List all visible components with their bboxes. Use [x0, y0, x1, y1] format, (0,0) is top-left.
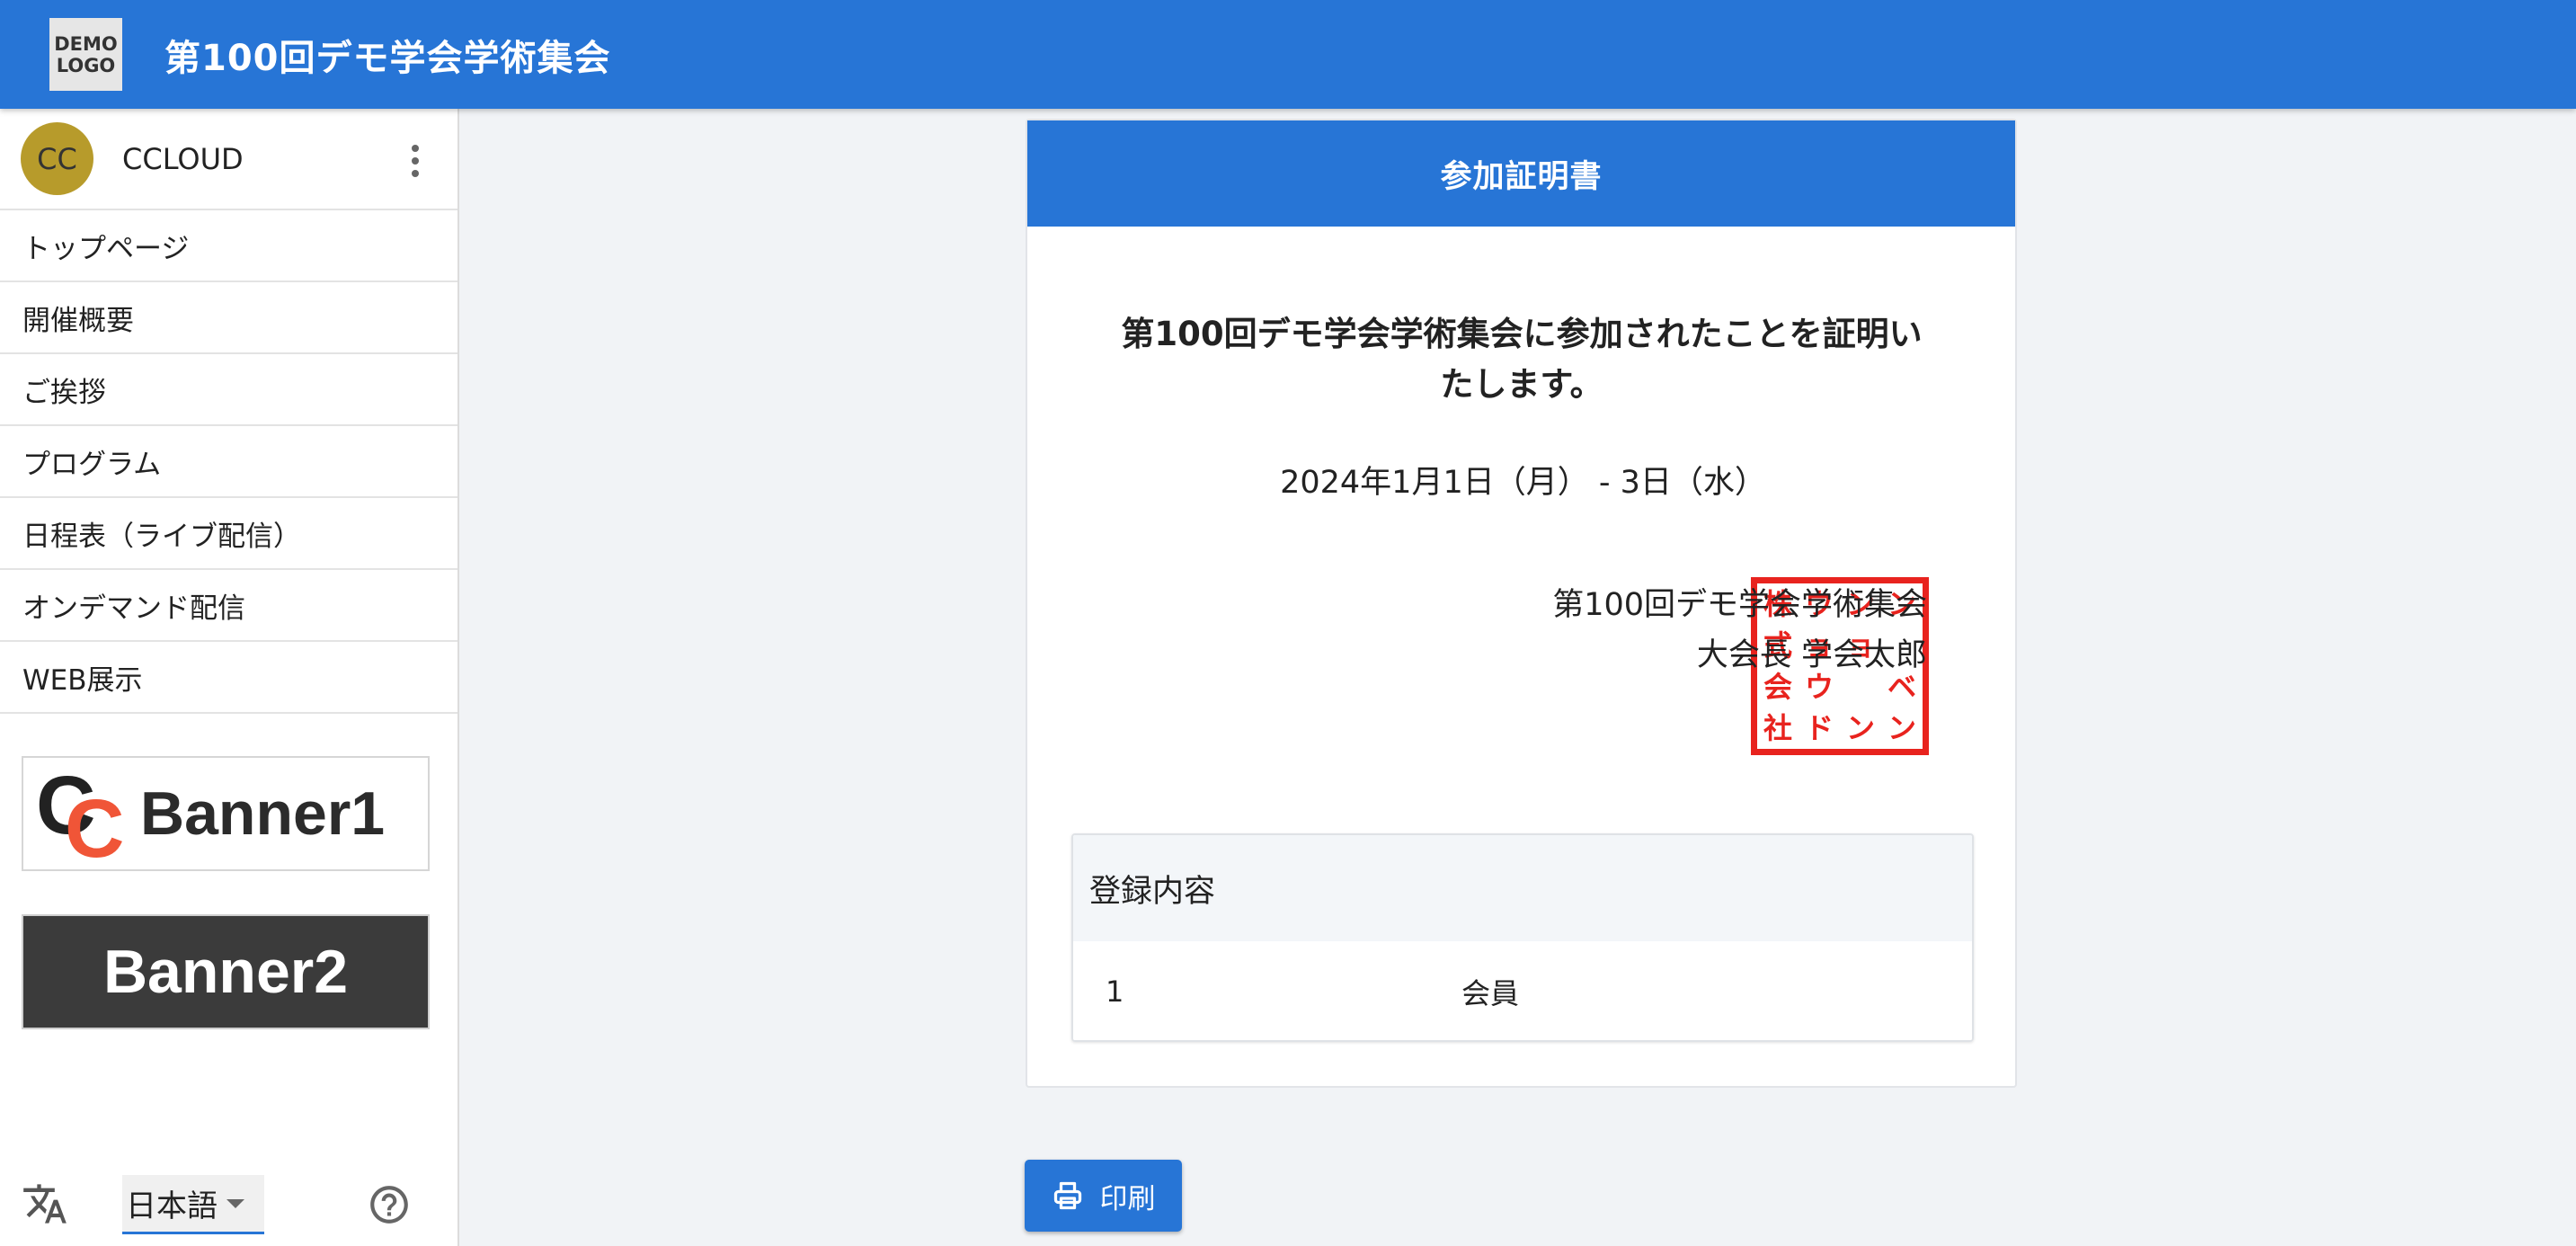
sidebar-item-top[interactable]: トップページ: [0, 210, 457, 282]
help-icon[interactable]: [367, 1182, 412, 1227]
banner-1-text: Banner1: [140, 779, 386, 848]
registration-heading: 登録内容: [1073, 835, 1972, 941]
logo-line-2: LOGO: [56, 54, 116, 76]
banner-1[interactable]: C C Banner1: [22, 756, 430, 871]
sidebar-item-on-demand[interactable]: オンデマンド配信: [0, 570, 457, 642]
app-bar: DEMO LOGO 第100回デモ学会学術集会: [0, 0, 2576, 109]
app-title: 第100回デモ学会学術集会: [164, 37, 611, 79]
sidebar-item-greeting[interactable]: ご挨拶: [0, 354, 457, 426]
registration-number: 1: [1106, 975, 1124, 1009]
more-vert-icon[interactable]: [411, 145, 420, 177]
certificate-card: 参加証明書 第100回デモ学会学術集会に参加されたことを証明いたします。 202…: [1026, 119, 2017, 1088]
sidebar-item-program[interactable]: プログラム: [0, 426, 457, 498]
demo-logo[interactable]: DEMO LOGO: [49, 18, 122, 91]
certificate-statement: 第100回デモ学会学術集会に参加されたことを証明いたします。: [1121, 315, 1923, 404]
translate-icon[interactable]: [22, 1180, 68, 1227]
language-select[interactable]: 日本語: [122, 1175, 264, 1234]
caret-down-icon: [227, 1198, 244, 1208]
language-label: 日本語: [126, 1188, 218, 1224]
sidebar-item-schedule[interactable]: 日程表（ライブ配信）: [0, 498, 457, 570]
sidebar-item-web-exhibition[interactable]: WEB展示: [0, 642, 457, 714]
avatar[interactable]: CC: [21, 122, 93, 195]
certificate-date: 2024年1月1日（月） - 3日（水）: [1280, 465, 1766, 501]
signature-person: 大会長 学会太郎: [1696, 637, 1927, 673]
printer-icon: [1053, 1181, 1081, 1210]
print-button[interactable]: 印刷: [1025, 1160, 1182, 1232]
signature-organization: 第100回デモ学会学術集会: [1552, 587, 1927, 623]
user-row: CC CCLOUD: [0, 109, 457, 210]
sidebar-footer: 日本語: [0, 1168, 459, 1240]
sidebar-item-overview[interactable]: 開催概要: [0, 282, 457, 354]
registration-type: 会員: [1461, 976, 1520, 1010]
table-row: 1 会員: [1073, 941, 1972, 1040]
sidebar: CC CCLOUD トップページ 開催概要 ご挨拶 プログラム 日程表（ライブ配…: [0, 109, 459, 1246]
user-name: CCLOUD: [122, 141, 244, 176]
certificate-title: 参加証明書: [1027, 120, 2015, 227]
print-label: 印刷: [1099, 1182, 1156, 1215]
banner-2[interactable]: Banner2: [22, 914, 430, 1029]
cc-logo-icon: C C: [36, 760, 125, 875]
logo-line-1: DEMO: [54, 32, 118, 55]
registration-table: 登録内容 1 会員: [1071, 833, 1974, 1042]
